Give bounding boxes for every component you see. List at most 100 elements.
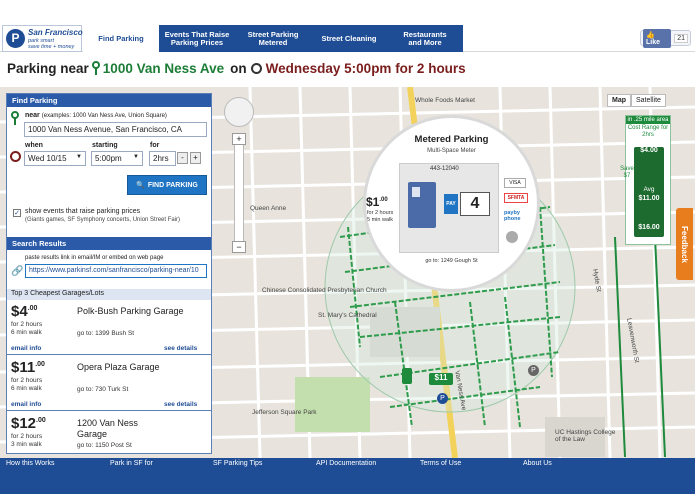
logo-name: San Francisco — [28, 28, 83, 37]
email-info-link[interactable]: email info — [11, 345, 41, 352]
garage-price: $4.00 — [11, 303, 38, 320]
starting-select[interactable]: 5:00pm ▼ — [91, 151, 143, 166]
meter-image: 443-12040 PAY 4 — [399, 163, 499, 253]
starting-label: starting — [92, 142, 118, 149]
footer-api-docs[interactable]: API Documentation — [316, 460, 376, 467]
meter-device-icon — [408, 182, 436, 228]
find-parking-panel: Find Parking near (examples: 1000 Van Ne… — [6, 93, 212, 454]
when-select[interactable]: Wed 10/15 ▼ — [24, 151, 86, 166]
price-marker[interactable]: $11 — [429, 373, 453, 385]
legend-avg: $11.00 — [638, 195, 660, 202]
garage-row[interactable]: $12.00 for 2 hours 3 min walk 1200 Van Ne… — [7, 412, 211, 453]
map-pin-icon — [91, 61, 100, 75]
search-icon: 🔍 — [136, 182, 145, 189]
link-icon: 🔗 — [11, 266, 24, 277]
nav-street-cleaning[interactable]: Street Cleaning — [311, 25, 387, 52]
legend-save: Save $7 — [620, 166, 634, 179]
popup-hours: for 2 hours 5 min walk — [367, 210, 394, 223]
paste-hint: paste results link in email/IM or embed … — [25, 255, 164, 261]
footer: How this Works Park in SF for SF Parking… — [0, 458, 695, 494]
sfmta-card: SFMTA — [504, 193, 528, 203]
garage-name[interactable]: 1200 Van Ness Garage — [77, 418, 167, 440]
events-checkbox[interactable]: ✓ — [13, 209, 21, 217]
parking-lot-icon[interactable]: P — [528, 365, 539, 376]
zoom-slider[interactable] — [234, 135, 244, 245]
paybyphone-label: payby phone — [504, 210, 521, 222]
garage-price: $12.00 — [11, 415, 46, 432]
facebook-like[interactable]: 👍 Like 21 — [640, 28, 691, 48]
poi-uc-hastings: UC Hastings College of the Law — [555, 429, 616, 443]
logo[interactable]: P San Francisco park smart save time + mo… — [2, 25, 83, 52]
garage-hours: for 2 hours 3 min walk — [11, 433, 43, 448]
share-link-input[interactable]: https://www.parkinsf.com/sanfrancisco/pa… — [25, 264, 207, 278]
increase-button[interactable]: + — [190, 152, 201, 164]
search-results-header: Search Results — [7, 237, 211, 250]
coin-icon — [506, 231, 518, 243]
logo-tagline: park smart save time + money — [28, 38, 75, 50]
map-type-control: Map Satellite — [607, 94, 666, 107]
map-pin-icon — [11, 111, 21, 125]
page-title: Parking near 1000 Van Ness Ave on Wednes… — [7, 58, 466, 78]
popup-subtitle: Multi-Space Meter — [427, 148, 476, 154]
map-type-satellite[interactable]: Satellite — [631, 94, 666, 107]
nav-find-parking[interactable]: Find Parking — [83, 25, 159, 52]
clock-icon — [250, 62, 262, 74]
footer-about[interactable]: About Us — [523, 460, 552, 467]
headline-when: Wednesday 5:00pm for 2 hours — [265, 60, 466, 76]
zoom-out-button[interactable]: − — [232, 241, 246, 253]
top-garages-header: Top 3 Cheapest Garages/Lots — [7, 289, 211, 300]
footer-parking-tips[interactable]: SF Parking Tips — [213, 460, 262, 467]
see-details-link[interactable]: see details — [164, 401, 197, 408]
feedback-tab[interactable]: Feedback — [676, 208, 693, 280]
headline-prefix: Parking near — [7, 60, 89, 76]
nav-restaurants[interactable]: Restaurants and More — [387, 25, 463, 52]
headline-on: on — [230, 60, 247, 76]
find-parking-button[interactable]: 🔍 FIND PARKING — [127, 175, 207, 195]
popup-goto: go to: 1249 Gough St — [425, 258, 478, 264]
pan-control[interactable] — [224, 97, 254, 127]
space-number: 4 — [460, 192, 490, 216]
garage-row[interactable]: $11.00 for 2 hours 6 min walk Opera Plaza… — [7, 356, 211, 411]
map-type-map[interactable]: Map — [607, 94, 631, 107]
headline-address: 1000 Van Ness Ave — [102, 60, 225, 76]
footer-how-it-works[interactable]: How this Works — [6, 460, 55, 467]
when-label: when — [25, 142, 43, 149]
meter-popup[interactable]: Metered Parking Multi-Space Meter 443-12… — [363, 115, 540, 292]
price-legend: in .25 mile area Cost Range for 2hrs $4.… — [620, 115, 671, 245]
near-input[interactable]: 1000 Van Ness Avenue, San Francisco, CA — [24, 122, 207, 137]
poi-whole-foods: Whole Foods Market — [415, 97, 475, 104]
zoom-in-button[interactable]: + — [232, 133, 246, 145]
events-hint: (Giants games, SF Symphony concerts, Uni… — [25, 217, 181, 223]
nav-events[interactable]: Events That Raise Parking Prices — [159, 25, 235, 52]
garage-address: go to: 730 Turk St — [77, 386, 129, 393]
find-parking-header: Find Parking — [7, 94, 211, 107]
near-label: near (examples: 1000 Van Ness Ave, Union… — [25, 112, 167, 119]
meter-id: 443-12040 — [430, 166, 459, 172]
parking-garage-icon[interactable]: P — [437, 393, 448, 404]
like-button[interactable]: 👍 Like — [643, 28, 672, 48]
email-info-link[interactable]: email info — [11, 401, 41, 408]
footer-park-in-sf[interactable]: Park in SF for — [110, 460, 153, 467]
see-details-link[interactable]: see details — [164, 345, 197, 352]
garage-row[interactable]: $4.00 for 2 hours 6 min walk Polk-Bush Pa… — [7, 300, 211, 355]
garage-name[interactable]: Opera Plaza Garage — [77, 362, 167, 373]
garage-name[interactable]: Polk-Bush Parking Garage — [77, 306, 187, 317]
poi-queen-anne: Queen Anne — [250, 205, 287, 212]
meter-marker-icon[interactable] — [402, 368, 412, 384]
garage-address: go to: 1399 Bush St — [77, 330, 135, 337]
footer-terms[interactable]: Terms of Use — [420, 460, 461, 467]
nav-street-metered[interactable]: Street Parking Metered — [235, 25, 311, 52]
legend-top: $4.00 — [640, 147, 658, 154]
clock-icon — [10, 151, 21, 162]
decrease-button[interactable]: - — [177, 152, 188, 164]
duration-field[interactable]: 2hrs — [149, 151, 176, 166]
garage-price: $11.00 — [11, 359, 45, 376]
for-label: for — [150, 142, 160, 149]
garage-hours: for 2 hours 6 min walk — [11, 377, 43, 392]
poi-cathedral: St. Mary's Cathedral — [318, 312, 377, 319]
legend-title: in .25 mile area — [626, 116, 670, 124]
garage-address: go to: 1150 Post St — [77, 442, 132, 449]
popup-title: Metered Parking — [414, 134, 489, 145]
top-bar: P San Francisco park smart save time + mo… — [0, 0, 695, 52]
legend-bottom: $16.00 — [638, 224, 660, 231]
